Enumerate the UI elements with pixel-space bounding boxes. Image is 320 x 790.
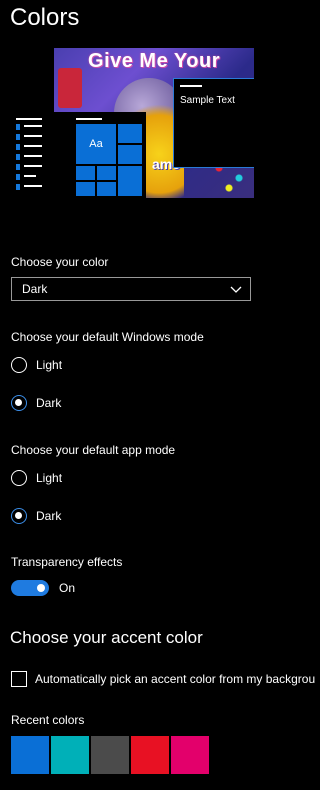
preview-sample-window: Sample Text xyxy=(173,78,254,168)
preview-taskbar xyxy=(10,112,54,198)
transparency-toggle[interactable] xyxy=(11,580,49,596)
transparency-state: On xyxy=(59,581,76,595)
sample-text: Sample Text xyxy=(180,95,235,106)
recent-color-swatch[interactable] xyxy=(51,736,89,774)
toggle-knob xyxy=(37,584,45,592)
app-mode-dark-radio[interactable]: Dark xyxy=(11,508,61,524)
color-mode-value: Dark xyxy=(22,282,48,296)
chevron-down-icon xyxy=(230,286,242,293)
app-mode-light-radio[interactable]: Light xyxy=(11,470,62,486)
recent-color-swatch[interactable] xyxy=(131,736,169,774)
windows-mode-label: Choose your default Windows mode xyxy=(11,330,204,344)
preview-start-menu: Aa xyxy=(54,112,146,198)
app-mode-dark-label: Dark xyxy=(36,509,62,523)
recent-color-swatch[interactable] xyxy=(91,736,129,774)
transparency-label: Transparency effects xyxy=(11,555,123,569)
checkbox-icon[interactable] xyxy=(11,671,27,687)
recent-color-swatch[interactable] xyxy=(171,736,209,774)
app-mode-label: Choose your default app mode xyxy=(11,443,176,457)
radio-icon[interactable] xyxy=(11,470,27,486)
windows-mode-dark-radio[interactable]: Dark xyxy=(11,395,61,411)
accent-section-title: Choose your accent color xyxy=(10,628,203,647)
app-mode-light-label: Light xyxy=(36,471,63,485)
radio-selected-icon[interactable] xyxy=(11,508,27,524)
radio-icon[interactable] xyxy=(11,357,27,373)
windows-mode-dark-label: Dark xyxy=(36,396,62,410)
color-mode-dropdown[interactable]: Dark xyxy=(11,277,251,301)
preview-tile: Aa xyxy=(76,124,116,164)
choose-color-label: Choose your color xyxy=(11,255,109,269)
windows-mode-light-radio[interactable]: Light xyxy=(11,357,62,373)
auto-accent-label: Automatically pick an accent color from … xyxy=(35,672,316,686)
wallpaper-red-shape xyxy=(58,68,82,108)
auto-accent-checkbox[interactable]: Automatically pick an accent color from … xyxy=(11,671,315,687)
recent-color-swatch[interactable] xyxy=(11,736,49,774)
windows-mode-light-label: Light xyxy=(36,358,63,372)
page-title: Colors xyxy=(10,4,80,31)
wallpaper-text: Give Me Your xyxy=(88,50,220,72)
recent-colors-label: Recent colors xyxy=(11,713,85,727)
recent-colors xyxy=(11,736,211,774)
theme-preview: Give Me Your ame Aa Sample Text xyxy=(10,48,254,198)
radio-selected-icon[interactable] xyxy=(11,395,27,411)
